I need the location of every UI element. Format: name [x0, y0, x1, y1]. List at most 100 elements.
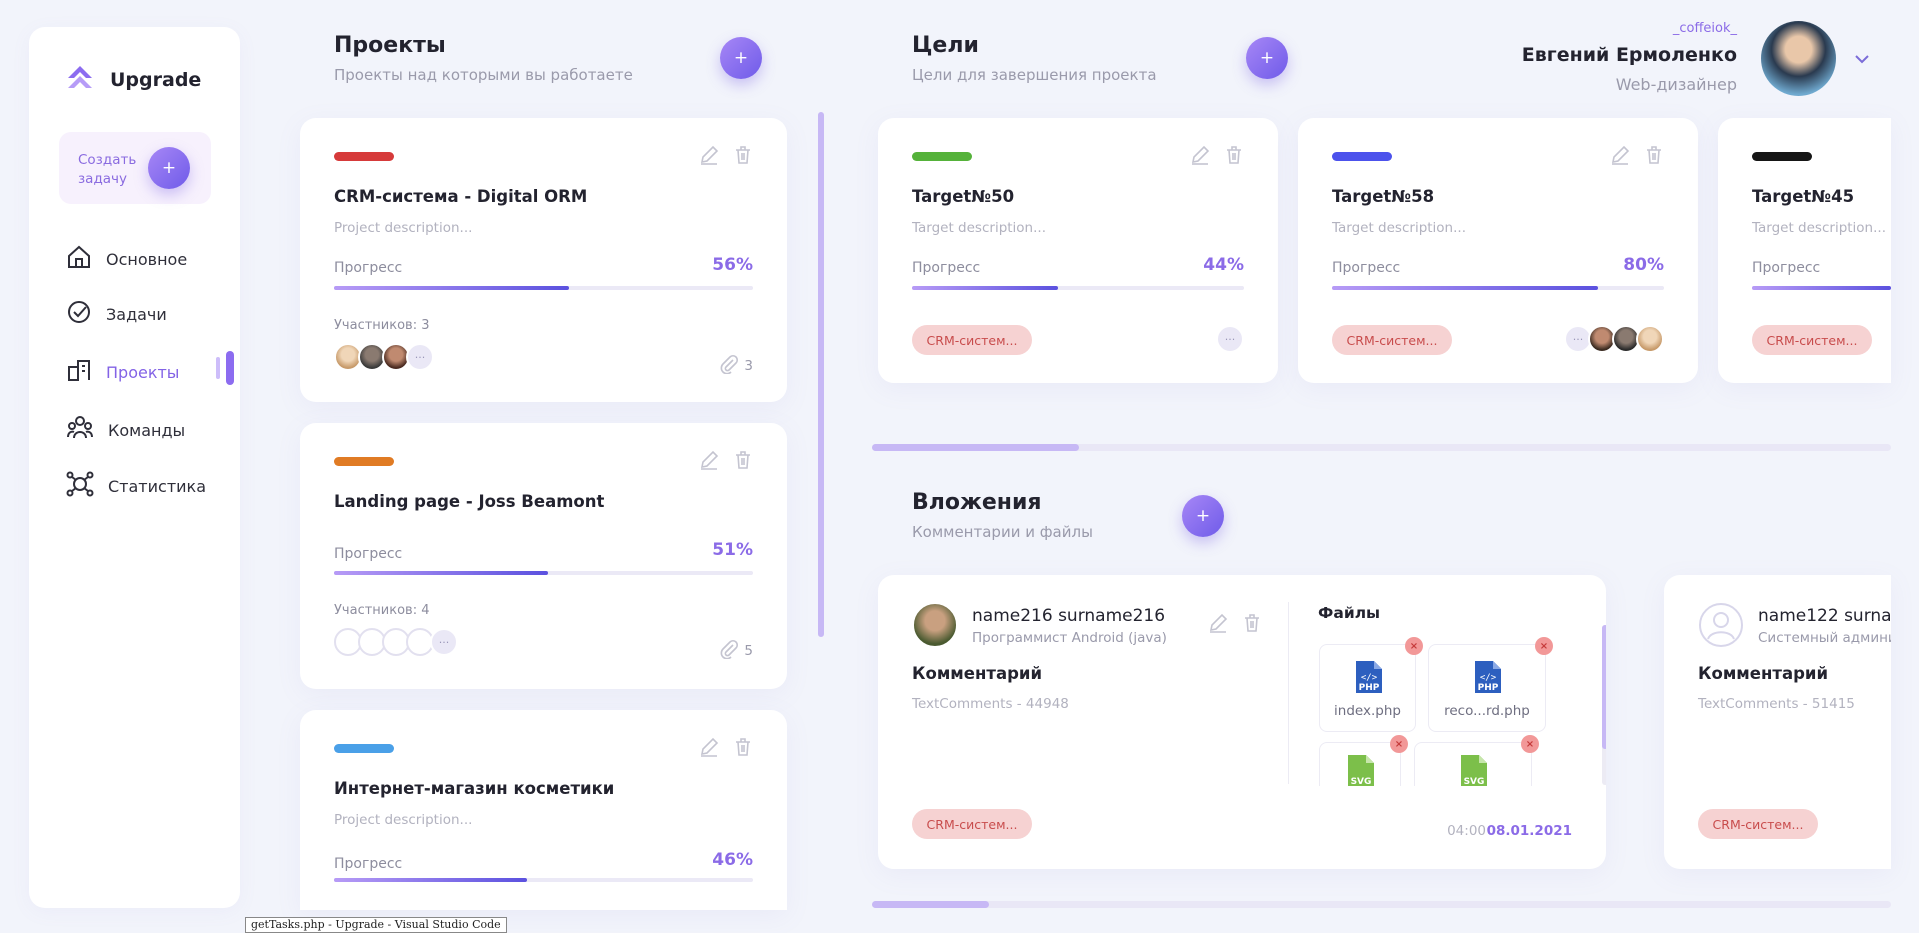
card-actions — [699, 145, 753, 169]
file-item[interactable]: SVG × — [1319, 735, 1408, 786]
remove-file-button[interactable]: × — [1390, 735, 1408, 753]
team-icon — [66, 415, 94, 445]
attachments-count-value: 5 — [744, 643, 753, 659]
attachment-card[interactable]: name216 surname216 Программист Android (… — [878, 575, 1606, 869]
more-members-button[interactable]: ··· — [1216, 325, 1244, 353]
php-file-icon: PHP </> — [1473, 659, 1503, 699]
project-card[interactable]: Интернет-магазин косметики Project descr… — [300, 710, 787, 910]
author-avatar[interactable] — [912, 602, 958, 648]
plus-icon: + — [1259, 48, 1275, 68]
trash-icon[interactable] — [733, 737, 753, 761]
add-attachment-button[interactable]: + — [1182, 495, 1224, 537]
remove-file-button[interactable]: × — [1535, 637, 1553, 655]
add-project-button[interactable]: + — [720, 37, 762, 79]
edit-icon[interactable] — [699, 737, 719, 761]
avatar[interactable] — [1636, 325, 1664, 353]
files-scrollbar-thumb[interactable] — [1602, 625, 1606, 749]
sidebar-item-main[interactable]: Основное — [66, 244, 187, 274]
svg-file-icon: SVG — [1346, 753, 1376, 786]
create-task-button[interactable]: Создать задачу + — [59, 132, 211, 204]
project-title: Интернет-магазин косметики — [334, 779, 615, 798]
project-description: Project description... — [334, 812, 473, 828]
svg-text:PHP: PHP — [1359, 683, 1380, 693]
create-task-plus-button[interactable]: + — [148, 147, 190, 189]
comment-text: TextComments - 51415 — [1698, 696, 1855, 712]
goal-description: Target description... — [1752, 220, 1886, 236]
goal-color-bar — [912, 152, 972, 161]
goal-color-bar — [1752, 152, 1812, 161]
goal-card[interactable]: Target№58 Target description... Прогресс… — [1298, 118, 1698, 383]
edit-icon[interactable] — [1610, 145, 1630, 169]
progress-label: Прогресс — [334, 856, 403, 872]
file-item[interactable]: SVG × — [1414, 735, 1539, 786]
app-name: Upgrade — [110, 69, 202, 91]
attachments-subtitle: Комментарии и файлы — [912, 523, 1093, 541]
goals-scrollbar-thumb[interactable] — [872, 444, 1079, 451]
goals-subtitle: Цели для завершения проекта — [912, 66, 1157, 84]
card-actions — [699, 450, 753, 474]
remove-file-button[interactable]: × — [1405, 637, 1423, 655]
projects-icon — [66, 357, 92, 387]
progress-label: Прогресс — [334, 260, 403, 276]
edit-icon[interactable] — [1190, 145, 1210, 169]
project-tag[interactable]: CRM-систем... — [1332, 325, 1452, 355]
file-item[interactable]: PHP </> index.php × — [1319, 637, 1423, 732]
projects-scrollbar[interactable] — [818, 112, 824, 637]
more-members-button[interactable]: ··· — [430, 628, 458, 656]
project-card[interactable]: Landing page - Joss Beamont Прогресс 51%… — [300, 423, 787, 689]
paperclip-icon — [719, 639, 739, 663]
files-scrollbar[interactable] — [1602, 625, 1606, 785]
attachment-card[interactable]: name122 surnam Системный админис Коммент… — [1664, 575, 1891, 869]
attachments-scrollbar[interactable] — [872, 901, 1891, 908]
progress-fill — [334, 878, 527, 882]
sidebar-item-tasks[interactable]: Задачи — [66, 299, 167, 329]
goal-card[interactable]: Target№45 Target description... Прогресс… — [1718, 118, 1891, 383]
progress-bar — [334, 286, 753, 290]
sidebar-item-label: Статистика — [108, 476, 206, 496]
goal-card[interactable]: Target№50 Target description... Прогресс… — [878, 118, 1278, 383]
upgrade-logo-icon — [64, 62, 96, 98]
sidebar-item-projects[interactable]: Проекты — [66, 357, 179, 387]
attachment-date: 08.01.2021 — [1486, 823, 1572, 839]
profile-avatar[interactable] — [1761, 21, 1836, 96]
goal-title: Target№50 — [912, 187, 1015, 206]
project-tag[interactable]: CRM-систем... — [912, 325, 1032, 355]
more-members-button[interactable]: ··· — [406, 343, 434, 371]
trash-icon[interactable] — [733, 450, 753, 474]
trash-icon[interactable] — [1224, 145, 1244, 169]
remove-file-button[interactable]: × — [1521, 735, 1539, 753]
card-actions — [1610, 145, 1664, 169]
project-card[interactable]: CRM-система - Digital ORM Project descri… — [300, 118, 787, 402]
attachments-scrollbar-thumb[interactable] — [872, 901, 989, 908]
project-tag[interactable]: CRM-систем... — [1752, 325, 1872, 355]
add-goal-button[interactable]: + — [1246, 37, 1288, 79]
edit-icon[interactable] — [1208, 613, 1228, 637]
project-description: Project description... — [334, 220, 473, 236]
sidebar-item-statistics[interactable]: Статистика — [66, 471, 206, 501]
trash-icon[interactable] — [733, 145, 753, 169]
sidebar-item-label: Команды — [108, 420, 186, 440]
files-title: Файлы — [1318, 604, 1381, 622]
chevron-down-icon[interactable] — [1854, 50, 1870, 69]
attachments-count[interactable]: 5 — [719, 639, 753, 663]
sidebar-item-teams[interactable]: Команды — [66, 415, 185, 445]
file-item[interactable]: PHP </> reco...rd.php × — [1428, 637, 1553, 732]
trash-icon[interactable] — [1242, 613, 1262, 637]
attachments-count[interactable]: 3 — [719, 354, 753, 378]
goal-description: Target description... — [1332, 220, 1466, 236]
goals-scrollbar[interactable] — [872, 444, 1891, 451]
user-placeholder-icon[interactable] — [1698, 602, 1744, 652]
projects-title: Проекты — [334, 33, 446, 58]
edit-icon[interactable] — [699, 450, 719, 474]
logo[interactable]: Upgrade — [64, 62, 201, 98]
progress-bar — [1752, 286, 1891, 290]
profile-name: Евгений Ермоленко — [1521, 44, 1737, 66]
svg-text:SVG: SVG — [1351, 777, 1372, 786]
project-tag[interactable]: CRM-систем... — [912, 809, 1032, 839]
trash-icon[interactable] — [1644, 145, 1664, 169]
comment-title: Комментарий — [1698, 664, 1829, 683]
edit-icon[interactable] — [699, 145, 719, 169]
project-tag[interactable]: CRM-систем... — [1698, 809, 1818, 839]
home-icon — [66, 244, 92, 274]
goal-title: Target№45 — [1752, 187, 1855, 206]
